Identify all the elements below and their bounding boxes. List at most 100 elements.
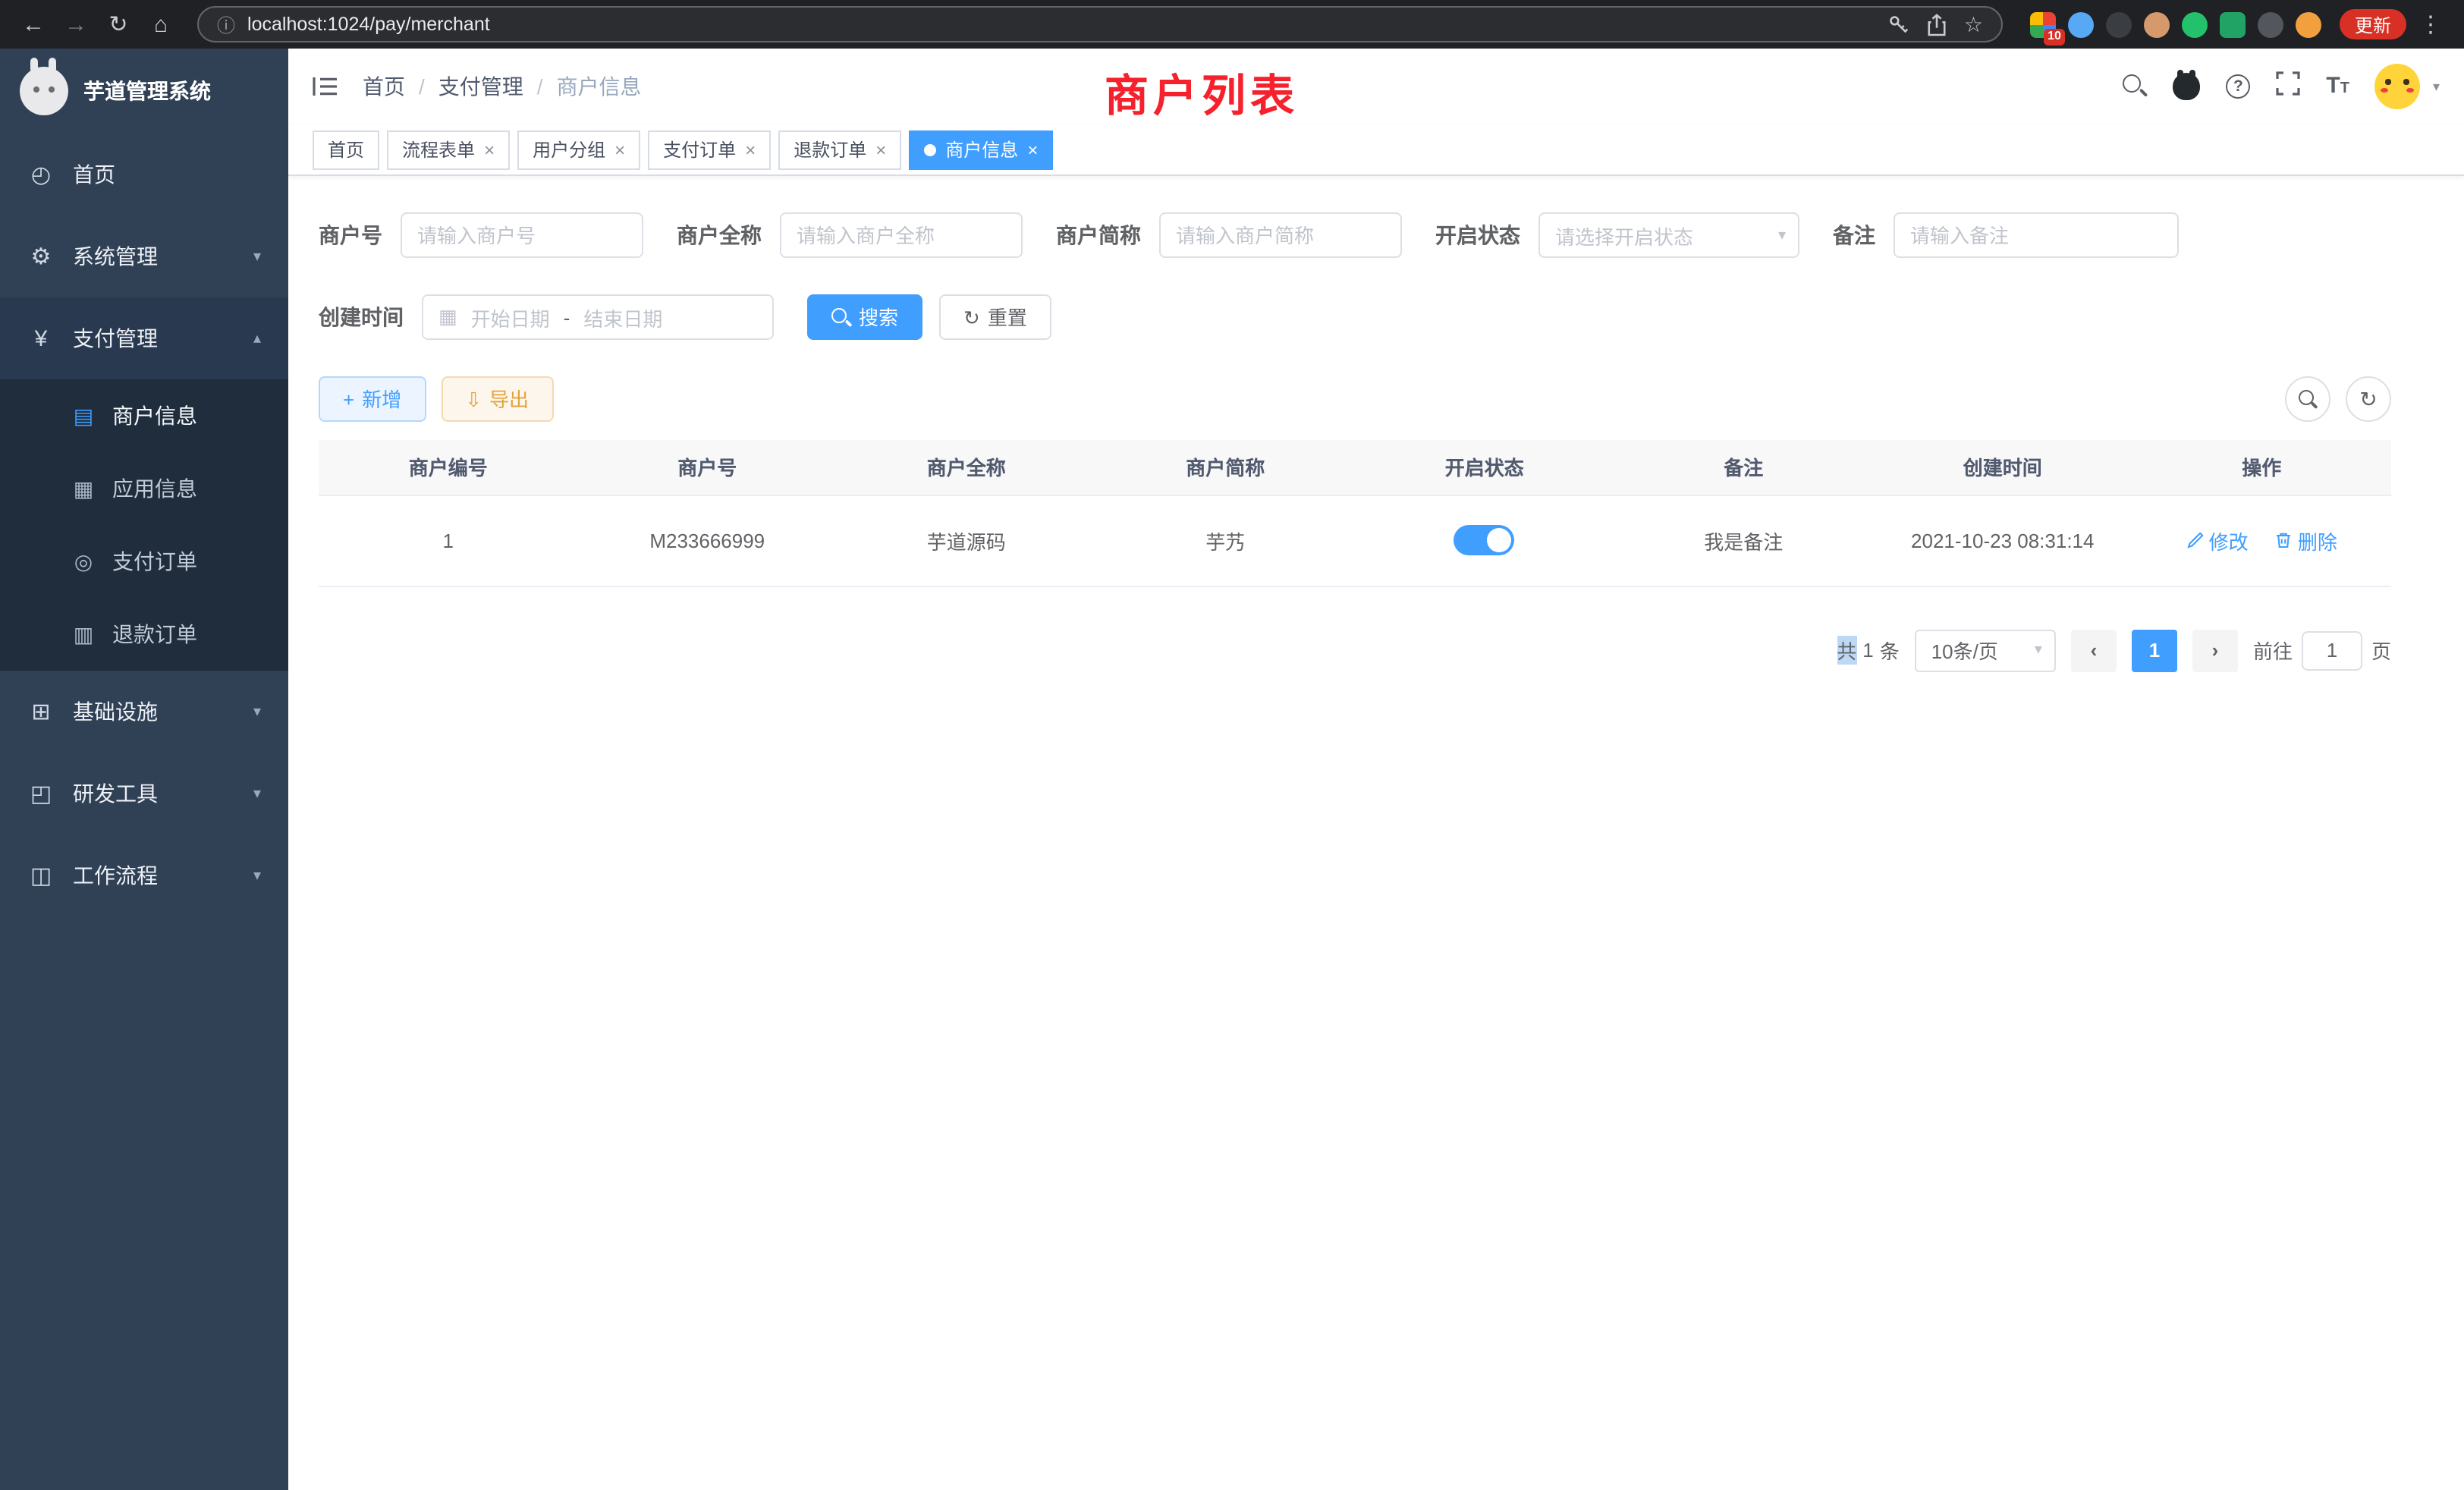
search-icon[interactable] xyxy=(2123,74,2147,99)
sidebar-item-payment[interactable]: ¥ 支付管理 ▴ xyxy=(0,297,288,379)
card-icon: ▤ xyxy=(70,403,97,429)
delete-link[interactable]: 删除 xyxy=(2275,526,2337,555)
browser-home-icon[interactable]: ⌂ xyxy=(143,13,179,36)
sidebar-item-system[interactable]: ⚙ 系统管理 ▾ xyxy=(0,215,288,297)
close-icon[interactable]: × xyxy=(745,140,756,159)
github-icon[interactable] xyxy=(2173,73,2200,100)
toggle-search-button[interactable] xyxy=(2285,376,2330,422)
fullscreen-icon[interactable] xyxy=(2276,71,2300,102)
sidebar-item-devtools[interactable]: ◰ 研发工具 ▾ xyxy=(0,753,288,835)
extension-icon[interactable] xyxy=(2258,11,2283,37)
extension-icon[interactable] xyxy=(2144,11,2170,37)
sidebar-item-label: 应用信息 xyxy=(112,473,197,504)
edit-link[interactable]: 修改 xyxy=(2186,526,2249,555)
short-name-input[interactable] xyxy=(1159,212,1402,258)
extension-icon[interactable]: 10 xyxy=(2030,11,2056,37)
browser-back-icon[interactable]: ← xyxy=(15,13,52,36)
table-row: 1 M233666999 芋道源码 芋艿 我是备注 2021-10-23 08:… xyxy=(319,495,2391,586)
goto-unit: 页 xyxy=(2371,636,2391,665)
status-toggle[interactable] xyxy=(1454,525,1515,555)
extension-icon[interactable] xyxy=(2220,11,2246,37)
extension-icon[interactable] xyxy=(2106,11,2132,37)
close-icon[interactable]: × xyxy=(614,140,625,159)
tab-user-group[interactable]: 用户分组 × xyxy=(517,130,640,169)
url-text: localhost:1024/pay/merchant xyxy=(247,14,1876,35)
form-item-remark: 备注 xyxy=(1833,212,2179,258)
refresh-table-button[interactable]: ↻ xyxy=(2346,376,2391,422)
yen-icon: ¥ xyxy=(27,325,55,351)
next-page-button[interactable]: › xyxy=(2192,629,2238,671)
sidebar-item-infrastructure[interactable]: ⊞ 基础设施 ▾ xyxy=(0,671,288,753)
search-icon xyxy=(2298,389,2318,409)
cell-create-time: 2021-10-23 08:31:14 xyxy=(1873,495,2132,586)
tab-pay-order[interactable]: 支付订单 × xyxy=(648,130,771,169)
cell-full-name: 芋道源码 xyxy=(837,495,1096,586)
pencil-icon xyxy=(2186,531,2205,549)
col-header: 商户全称 xyxy=(837,440,1096,495)
hamburger-icon[interactable] xyxy=(313,76,338,97)
breadcrumb-payment[interactable]: 支付管理 xyxy=(438,71,523,102)
field-label: 商户全称 xyxy=(677,220,762,250)
avatar-caret-icon[interactable]: ▾ xyxy=(2433,78,2440,95)
active-dot-icon xyxy=(924,143,936,156)
help-icon[interactable]: ? xyxy=(2226,74,2250,99)
browser-forward-icon[interactable]: → xyxy=(58,13,94,36)
merchant-no-input[interactable] xyxy=(401,212,643,258)
sidebar-item-refund-order[interactable]: ▥ 退款订单 xyxy=(0,598,288,671)
merchant-table: 商户编号 商户号 商户全称 商户简称 开启状态 备注 创建时间 操作 1 xyxy=(319,440,2391,586)
reset-button[interactable]: ↻ 重置 xyxy=(939,294,1051,340)
trash-icon xyxy=(2275,531,2293,549)
sidebar-item-home[interactable]: ◴ 首页 xyxy=(0,134,288,215)
top-navbar: 首页 / 支付管理 / 商户信息 商户列表 ? xyxy=(288,49,2464,124)
avatar[interactable] xyxy=(2375,64,2421,109)
refresh-icon: ↻ xyxy=(2359,386,2377,412)
close-icon[interactable]: × xyxy=(875,140,886,159)
extensions-area: 10 xyxy=(2030,11,2321,37)
tab-merchant-info[interactable]: 商户信息 × xyxy=(909,130,1053,169)
sidebar-item-workflow[interactable]: ◫ 工作流程 ▾ xyxy=(0,835,288,916)
sidebar-item-label: 支付管理 xyxy=(73,323,158,354)
button-label: 搜索 xyxy=(859,307,898,327)
page-size-select[interactable]: 10条/页 ▾ xyxy=(1915,629,2056,671)
extension-icon[interactable] xyxy=(2182,11,2208,37)
sidebar-menu: ◴ 首页 ⚙ 系统管理 ▾ ¥ 支付管理 ▴ ▤ xyxy=(0,134,288,916)
tab-label: 支付订单 xyxy=(663,137,736,162)
browser-update-button[interactable]: 更新 xyxy=(2340,9,2406,39)
sidebar-item-merchant-info[interactable]: ▤ 商户信息 xyxy=(0,379,288,452)
page-number-button[interactable]: 1 xyxy=(2132,629,2177,671)
date-range-picker[interactable]: ▦ 开始日期 - 结束日期 xyxy=(422,294,774,340)
close-icon[interactable]: × xyxy=(484,140,495,159)
browser-reload-icon[interactable]: ↻ xyxy=(100,13,137,36)
prev-page-button[interactable]: ‹ xyxy=(2071,629,2117,671)
sidebar-item-label: 退款订单 xyxy=(112,619,197,649)
app-logo[interactable]: 芋道管理系统 xyxy=(0,49,288,134)
password-key-icon[interactable] xyxy=(1888,13,1911,36)
share-icon[interactable] xyxy=(1928,13,1947,36)
address-bar[interactable]: ⓘ localhost:1024/pay/merchant ☆ xyxy=(197,6,2003,42)
tab-process-form[interactable]: 流程表单 × xyxy=(387,130,510,169)
goto-page-input[interactable] xyxy=(2302,630,2362,670)
status-select[interactable]: 请选择开启状态 ▾ xyxy=(1538,212,1799,258)
breadcrumb-home[interactable]: 首页 xyxy=(363,71,405,102)
sidebar-item-pay-order[interactable]: ◎ 支付订单 xyxy=(0,525,288,598)
bookmark-star-icon[interactable]: ☆ xyxy=(1964,11,1983,37)
tab-home[interactable]: 首页 xyxy=(313,130,379,169)
export-button[interactable]: ⇩ 导出 xyxy=(441,376,553,422)
extension-icon[interactable] xyxy=(2068,11,2094,37)
site-info-icon[interactable]: ⓘ xyxy=(217,11,235,37)
add-button[interactable]: + 新增 xyxy=(319,376,426,422)
full-name-input[interactable] xyxy=(780,212,1023,258)
remark-input[interactable] xyxy=(1894,212,2179,258)
chevron-down-icon: ▾ xyxy=(253,867,261,884)
col-header: 商户简称 xyxy=(1096,440,1356,495)
tab-refund-order[interactable]: 退款订单 × xyxy=(778,130,901,169)
search-button[interactable]: 搜索 xyxy=(807,294,922,340)
goto-label: 前往 xyxy=(2253,636,2293,665)
sidebar-item-app-info[interactable]: ▦ 应用信息 xyxy=(0,452,288,525)
end-date-placeholder: 结束日期 xyxy=(583,303,662,332)
extension-icon[interactable] xyxy=(2296,11,2321,37)
font-size-icon[interactable] xyxy=(2326,74,2349,99)
browser-menu-icon[interactable]: ⋮ xyxy=(2412,13,2449,36)
close-icon[interactable]: × xyxy=(1027,140,1038,159)
form-item-short-name: 商户简称 xyxy=(1056,212,1402,258)
